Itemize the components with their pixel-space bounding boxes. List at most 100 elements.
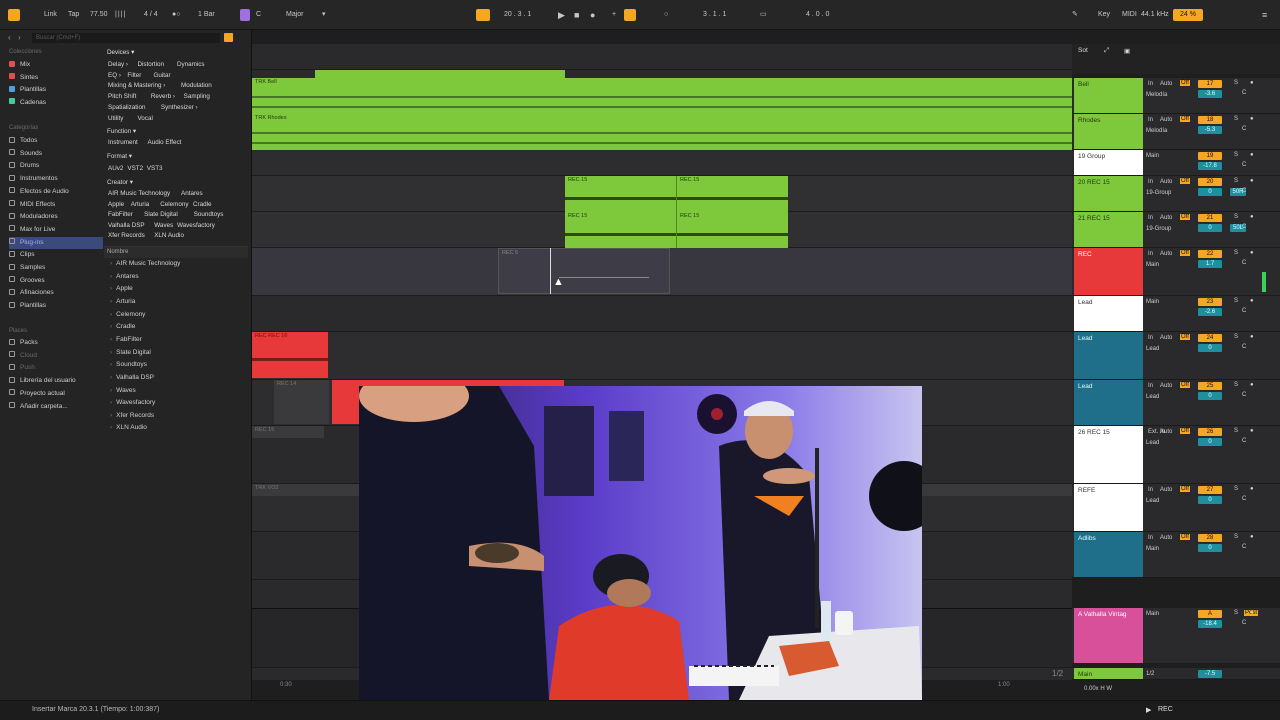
song-position[interactable]: 20 . 3 . 1 — [504, 9, 531, 21]
scale-icon[interactable] — [240, 9, 250, 21]
track-number[interactable]: 19 — [1198, 152, 1222, 160]
key-map-button[interactable]: Key — [1098, 9, 1110, 21]
scale-select[interactable]: Major — [286, 9, 304, 21]
creator-tag[interactable]: Wavesfactory — [177, 221, 215, 230]
arm-button[interactable]: ● — [1250, 428, 1254, 434]
track-auto-button[interactable]: Auto — [1160, 335, 1172, 341]
solo-button[interactable]: S — [1234, 178, 1238, 184]
arm-button[interactable]: ● — [1250, 214, 1254, 220]
track-header[interactable]: 19 Group — [1074, 150, 1143, 175]
status-play-icon[interactable]: ▶ — [1146, 706, 1151, 714]
plugin-vendor-item[interactable]: › Xfer Records — [110, 410, 154, 422]
track-monitor-button[interactable]: Off — [1180, 80, 1190, 86]
track-output-select[interactable]: Main — [1146, 546, 1159, 552]
track-volume[interactable]: 0 — [1198, 438, 1222, 446]
arm-button[interactable]: ● — [1250, 250, 1254, 256]
creator-tag[interactable]: Slate Digital — [144, 210, 178, 219]
overdub-icon[interactable]: + — [612, 9, 616, 21]
track-header[interactable]: Lead — [1074, 296, 1143, 331]
arm-button[interactable]: ● — [1250, 334, 1254, 340]
track-number[interactable]: 25 — [1198, 382, 1222, 390]
plugin-vendor-item[interactable]: › Antares — [110, 271, 139, 283]
collection-3[interactable]: Cadenas — [9, 97, 103, 109]
solo-button[interactable]: S — [1234, 298, 1238, 304]
solo-button[interactable]: S — [1234, 214, 1238, 220]
track-auto-button[interactable]: Auto — [1160, 429, 1172, 435]
forward-icon[interactable]: › — [18, 33, 21, 42]
plugin-vendor-item[interactable]: › Arturia — [110, 296, 135, 308]
track-output-select[interactable]: Lead — [1146, 394, 1159, 400]
arm-button[interactable]: ● — [1250, 178, 1254, 184]
track-input-button[interactable]: In — [1148, 117, 1153, 123]
track-volume[interactable]: 0 — [1198, 544, 1222, 552]
device-tag[interactable]: EQ › — [108, 71, 121, 80]
track-header[interactable]: REFE — [1074, 484, 1143, 531]
track-input-button[interactable]: In — [1148, 535, 1153, 541]
stop-icon[interactable]: ■ — [574, 9, 579, 21]
track-output-select[interactable]: Main — [1146, 262, 1159, 268]
track-input-button[interactable]: In — [1148, 383, 1153, 389]
arm-button[interactable]: ● — [1250, 80, 1254, 86]
track-number[interactable]: 22 — [1198, 250, 1222, 258]
clip-rec15b[interactable]: REC 15 — [677, 176, 788, 212]
filter-icon[interactable] — [224, 33, 233, 42]
track-monitor-button[interactable]: Off — [1180, 428, 1190, 434]
loop-length[interactable]: 4 . 0 . 0 — [806, 9, 829, 21]
plugin-vendor-item[interactable]: › Apple — [110, 283, 133, 295]
format-tag[interactable]: AUv2 — [108, 164, 123, 173]
creator-tag[interactable]: Cradle — [193, 200, 212, 209]
arm-button[interactable]: ● — [1250, 382, 1254, 388]
track-monitor-button[interactable]: Off — [1180, 250, 1190, 256]
solo-button[interactable]: S — [1234, 534, 1238, 540]
clip-rec15a[interactable]: REC 15 — [565, 176, 677, 212]
track-volume[interactable]: -2.6 — [1198, 308, 1222, 316]
creator-tag[interactable]: FabFilter — [108, 210, 133, 219]
arm-button[interactable]: ● — [1250, 534, 1254, 540]
track-volume[interactable]: -18.4 — [1198, 620, 1222, 628]
key-root[interactable]: C — [256, 9, 261, 21]
pan-knob[interactable]: C — [1242, 260, 1246, 266]
function-tag[interactable]: Audio Effect — [148, 138, 182, 147]
pan-knob[interactable]: C — [1242, 392, 1246, 398]
function-header[interactable]: Function ▾ — [107, 127, 136, 136]
creator-tag[interactable]: Xfer Records — [108, 231, 145, 240]
track-number[interactable]: 27 — [1198, 486, 1222, 494]
device-tag[interactable]: Mixing & Mastering › — [108, 81, 165, 90]
clip-bell[interactable]: TRK Bell — [252, 78, 1072, 114]
plugin-vendor-item[interactable]: › Cradle — [110, 321, 135, 333]
track-output-select[interactable]: Melodía — [1146, 92, 1167, 98]
track-monitor-button[interactable]: Off — [1180, 178, 1190, 184]
track-volume[interactable]: 0 — [1198, 344, 1222, 352]
category-moduladores[interactable]: Moduladores — [9, 211, 103, 223]
pan-knob[interactable]: C — [1242, 308, 1246, 314]
creator-tag[interactable]: Soundtoys — [194, 210, 224, 219]
place-2[interactable]: Push — [9, 362, 103, 374]
collection-0[interactable]: Mix — [9, 59, 103, 71]
chevron-down-icon[interactable]: ▾ — [322, 9, 326, 21]
plugin-vendor-item[interactable]: › Valhalla DSP — [110, 372, 154, 384]
arm-button[interactable]: ● — [1250, 610, 1254, 616]
track-header[interactable]: Lead — [1074, 380, 1143, 425]
clip-rec15d[interactable]: REC 15 — [677, 212, 788, 248]
clip-rec15e[interactable]: REC 15 — [252, 426, 324, 438]
track-input-button[interactable]: In — [1148, 215, 1153, 221]
category-sounds[interactable]: Sounds — [9, 148, 103, 160]
track-monitor-button[interactable]: Off — [1180, 382, 1190, 388]
track-volume[interactable]: 0 — [1198, 392, 1222, 400]
zoom-label[interactable]: 1/2 — [1052, 669, 1063, 678]
category-efectos-de-audio[interactable]: Efectos de Audio — [9, 186, 103, 198]
track-header[interactable]: A Valhalla Vintag — [1074, 608, 1143, 663]
arm-button[interactable]: ● — [1250, 298, 1254, 304]
menu-icon[interactable] — [8, 9, 20, 21]
device-tag[interactable]: Delay › — [108, 60, 128, 69]
track-auto-button[interactable]: Auto — [1160, 487, 1172, 493]
creator-tag[interactable]: AIR Music Technology — [108, 189, 170, 198]
track-auto-button[interactable]: Auto — [1160, 179, 1172, 185]
category-afinaciones[interactable]: Afinaciones — [9, 287, 103, 299]
creator-tag[interactable]: Waves — [154, 221, 173, 230]
track-volume[interactable]: 0 — [1198, 188, 1222, 196]
pan-knob[interactable]: C — [1242, 496, 1246, 502]
plugin-vendor-item[interactable]: › Slate Digital — [110, 347, 151, 359]
device-tag[interactable]: Dynamics — [177, 60, 205, 69]
lock-icon[interactable]: ▣ — [1124, 47, 1130, 55]
